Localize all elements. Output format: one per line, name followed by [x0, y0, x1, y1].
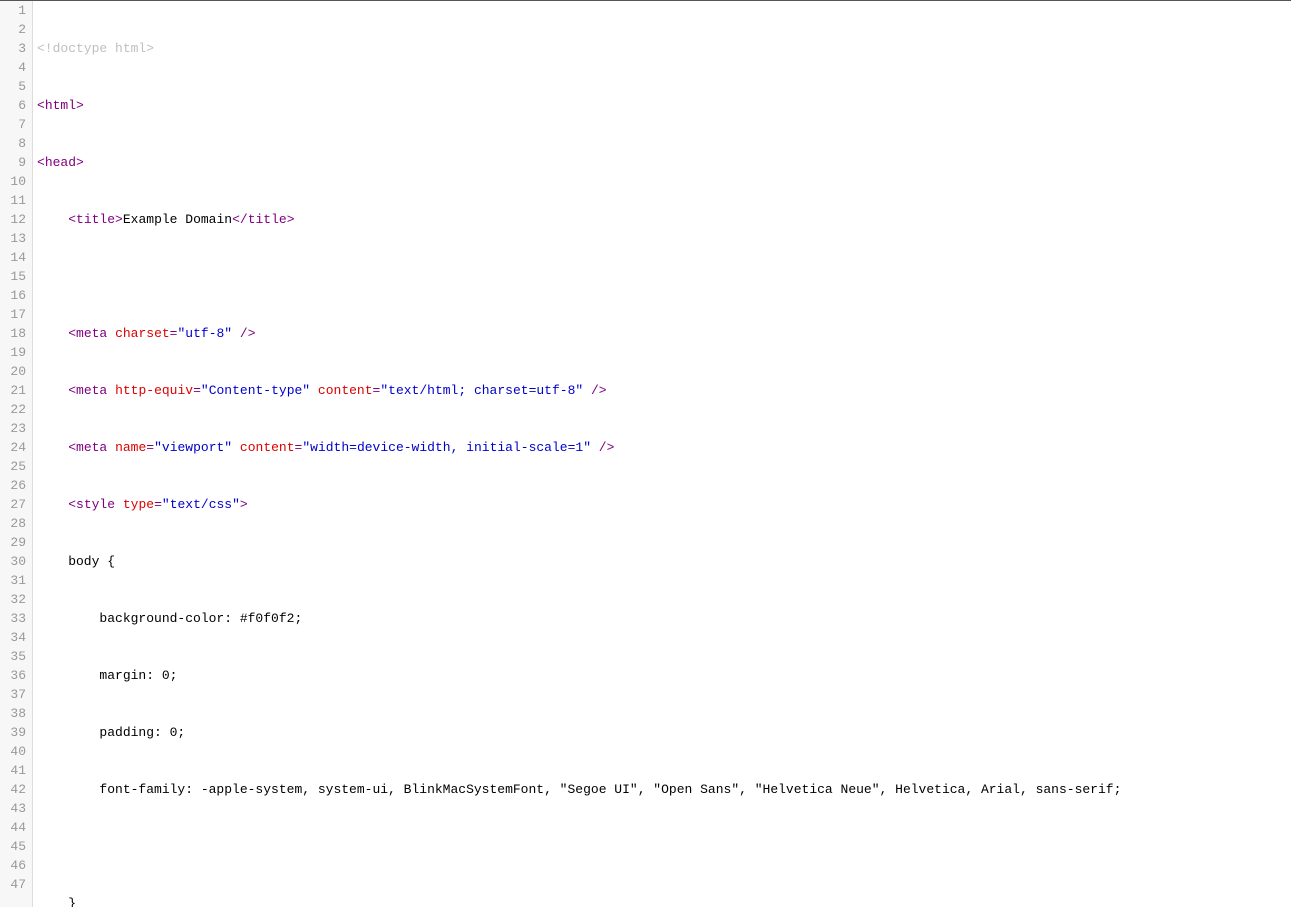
code-line: <html>: [37, 96, 1291, 115]
line-number: 38: [0, 704, 32, 723]
code-line: background-color: #f0f0f2;: [37, 609, 1291, 628]
code-line: <meta http-equiv="Content-type" content=…: [37, 381, 1291, 400]
code-line: }: [37, 894, 1291, 907]
line-number: 42: [0, 780, 32, 799]
line-number: 21: [0, 381, 32, 400]
line-number: 46: [0, 856, 32, 875]
line-number: 10: [0, 172, 32, 191]
code-line: padding: 0;: [37, 723, 1291, 742]
code-line: <meta charset="utf-8" />: [37, 324, 1291, 343]
line-number: 11: [0, 191, 32, 210]
line-number: 43: [0, 799, 32, 818]
line-number: 1: [0, 1, 32, 20]
line-number: 13: [0, 229, 32, 248]
line-number: 27: [0, 495, 32, 514]
line-number: 16: [0, 286, 32, 305]
line-number: 36: [0, 666, 32, 685]
line-number: 39: [0, 723, 32, 742]
code-line: margin: 0;: [37, 666, 1291, 685]
line-number: 20: [0, 362, 32, 381]
code-line: <head>: [37, 153, 1291, 172]
line-number-gutter: 1234567891011121314151617181920212223242…: [0, 1, 33, 907]
code-line: <title>Example Domain</title>: [37, 210, 1291, 229]
code-line: [37, 267, 1291, 286]
line-number: 41: [0, 761, 32, 780]
line-number: 12: [0, 210, 32, 229]
line-number: 6: [0, 96, 32, 115]
line-number: 18: [0, 324, 32, 343]
code-line: <!doctype html>: [37, 39, 1291, 58]
code-line: [37, 837, 1291, 856]
line-number: 19: [0, 343, 32, 362]
line-number: 4: [0, 58, 32, 77]
code-line: <meta name="viewport" content="width=dev…: [37, 438, 1291, 457]
line-number: 31: [0, 571, 32, 590]
line-number: 15: [0, 267, 32, 286]
line-number: 32: [0, 590, 32, 609]
line-number: 44: [0, 818, 32, 837]
line-number: 7: [0, 115, 32, 134]
line-number: 3: [0, 39, 32, 58]
line-number: 24: [0, 438, 32, 457]
line-number: 5: [0, 77, 32, 96]
line-number: 34: [0, 628, 32, 647]
line-number: 45: [0, 837, 32, 856]
line-number: 47: [0, 875, 32, 894]
code-content[interactable]: <!doctype html> <html> <head> <title>Exa…: [33, 1, 1291, 907]
line-number: 22: [0, 400, 32, 419]
code-editor[interactable]: 1234567891011121314151617181920212223242…: [0, 0, 1291, 907]
line-number: 37: [0, 685, 32, 704]
line-number: 23: [0, 419, 32, 438]
line-number: 40: [0, 742, 32, 761]
line-number: 29: [0, 533, 32, 552]
code-line: <style type="text/css">: [37, 495, 1291, 514]
code-line: font-family: -apple-system, system-ui, B…: [37, 780, 1291, 799]
line-number: 8: [0, 134, 32, 153]
line-number: 35: [0, 647, 32, 666]
line-number: 9: [0, 153, 32, 172]
line-number: 28: [0, 514, 32, 533]
line-number: 17: [0, 305, 32, 324]
line-number: 25: [0, 457, 32, 476]
line-number: 30: [0, 552, 32, 571]
line-number: 26: [0, 476, 32, 495]
line-number: 33: [0, 609, 32, 628]
line-number: 2: [0, 20, 32, 39]
line-number: 14: [0, 248, 32, 267]
code-line: body {: [37, 552, 1291, 571]
